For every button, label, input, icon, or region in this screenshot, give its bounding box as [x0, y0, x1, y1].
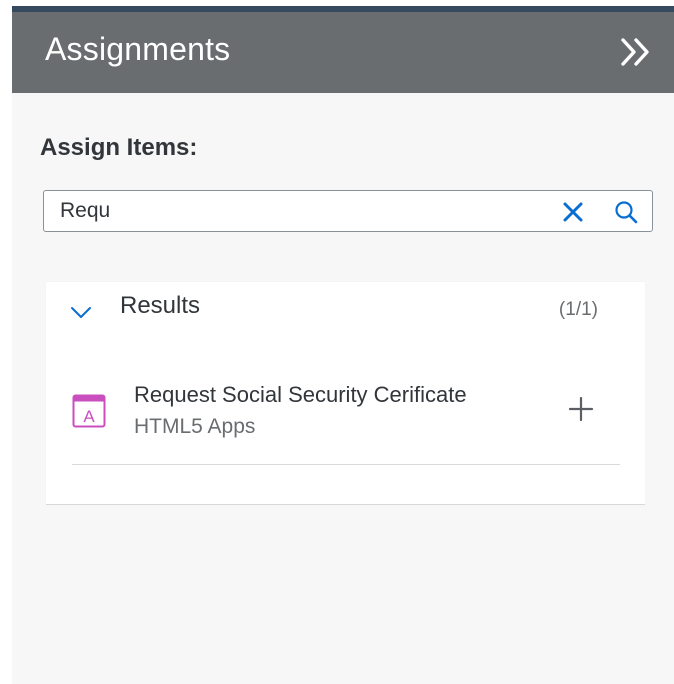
- results-count: (1/1): [558, 299, 598, 320]
- result-item-title: Request Social Security Cerificate: [134, 382, 467, 407]
- search-input[interactable]: [60, 191, 530, 231]
- html5-app-icon: A: [72, 394, 106, 428]
- svg-text:A: A: [83, 407, 95, 426]
- clear-search-button[interactable]: [562, 201, 584, 223]
- assign-items-label: Assign Items:: [40, 134, 198, 161]
- results-panel: Results (1/1) A Request Social Security …: [46, 282, 645, 505]
- search-button[interactable]: [614, 200, 638, 224]
- panel-title: Assignments: [45, 31, 231, 67]
- results-expand-toggle[interactable]: [70, 304, 92, 320]
- search-field: [43, 190, 653, 232]
- collapse-panel-button[interactable]: [618, 34, 654, 70]
- list-item[interactable]: A Request Social Security Cerificate HTM…: [72, 370, 620, 465]
- assignments-screen: Assignments Assign Items: Requ Results (…: [0, 0, 674, 684]
- search-icon: [615, 201, 638, 224]
- add-icon: [568, 396, 594, 422]
- close-icon: [563, 202, 583, 222]
- add-item-button[interactable]: [568, 396, 594, 422]
- results-title: Results: [120, 292, 201, 319]
- panel-header: Assignments: [12, 12, 674, 93]
- result-item-subtitle: HTML5 Apps: [134, 415, 256, 438]
- double-chevron-right-icon: [621, 38, 649, 66]
- chevron-down-icon: [71, 307, 91, 318]
